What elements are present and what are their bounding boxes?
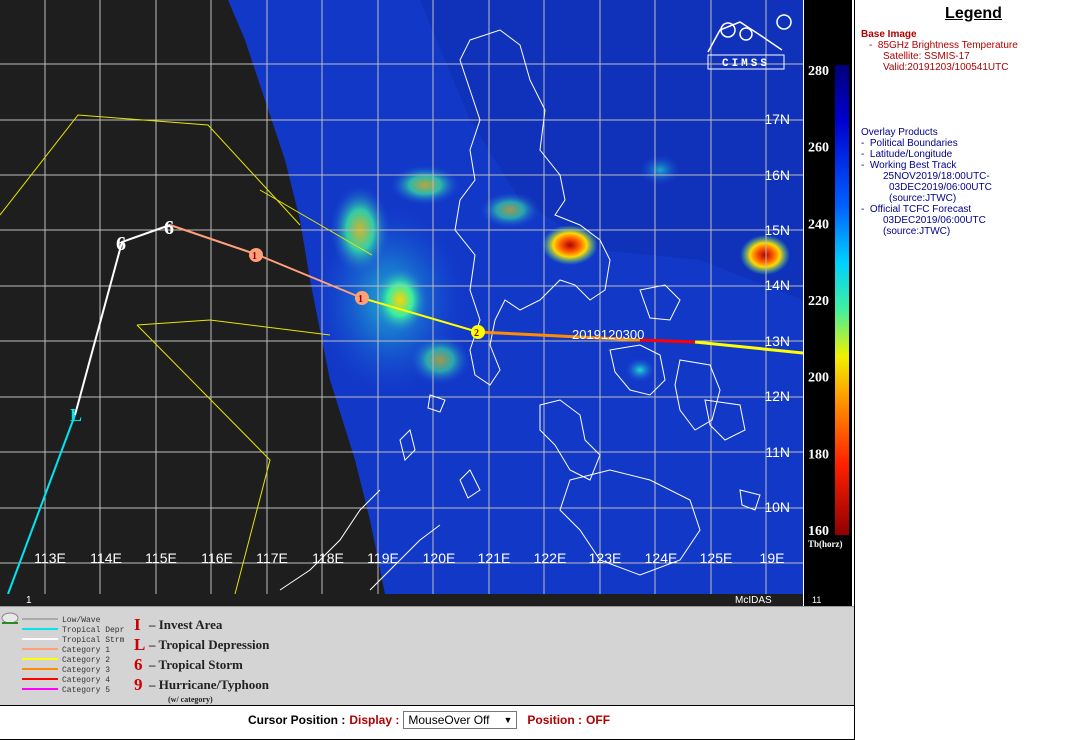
lon-label: 116E	[201, 550, 233, 566]
base-valid: Valid:20191203/100541UTC	[883, 62, 1009, 73]
forecast-time: 03DEC2019/06:00UTC	[883, 215, 986, 226]
key-symbol-glyph: 9	[134, 675, 143, 694]
key-line-label: Low/Wave	[62, 616, 101, 625]
scale-corner: 11	[812, 595, 821, 605]
map-bottom-strip	[0, 594, 803, 606]
key-line-label: Category 1	[62, 646, 110, 655]
satellite-map[interactable]: 6 6 1 1 2 L 2019120300 17N 16N 15N 14N 1…	[0, 0, 803, 606]
scale-tick-label: 240	[808, 217, 829, 232]
track-key: Low/Wave Tropical Depr Tropical Strm Catego…	[0, 606, 854, 705]
scale-tick-label: 180	[808, 447, 829, 462]
position-value: OFF	[586, 713, 611, 727]
mcidas-label: McIDAS	[735, 595, 772, 606]
lon-label: 125E	[700, 550, 733, 566]
lat-label: 10N	[764, 499, 790, 515]
cursor-position-bar: Cursor Position : Display : MouseOver Of…	[0, 705, 854, 740]
scale-tick-label: 160	[808, 524, 829, 539]
lat-label: 14N	[764, 277, 790, 293]
lat-label: 12N	[764, 388, 790, 404]
map-corner-left: 1	[26, 595, 32, 606]
key-line-label: Category 3	[62, 666, 110, 675]
track-symbol-cat2: 2	[474, 328, 479, 339]
key-symbol-glyph: 6	[134, 655, 143, 674]
lon-label: 121E	[478, 550, 511, 566]
forecast-source: (source:JTWC)	[883, 226, 951, 237]
overlay-forecast: - Official TCFC Forecast	[861, 204, 972, 215]
key-category-note: (w/ category)	[168, 695, 213, 704]
map-canvas: 6 6 1 1 2 L 2019120300 17N 16N 15N 14N 1…	[0, 0, 803, 606]
lat-label: 15N	[764, 222, 790, 238]
base-product: - 85GHz Brightness Temperature	[869, 40, 1018, 51]
track-symbol-ts-2: 6	[164, 217, 174, 239]
lon-label: 19E	[760, 550, 785, 566]
lat-label: 17N	[764, 111, 790, 127]
track-time-label: 2019120300	[572, 327, 644, 342]
lon-label: 115E	[145, 550, 177, 566]
key-symbol-glyph: L	[134, 635, 145, 654]
scale-unit: Tb(horz)	[808, 539, 843, 549]
base-satellite: Satellite: SSMIS-17	[883, 51, 970, 62]
color-scale-gradient	[835, 65, 849, 535]
lon-label: 120E	[423, 550, 456, 566]
base-image-header: Base Image	[861, 29, 917, 40]
key-symbol-glyph: I	[134, 615, 141, 634]
overlay-header: Overlay Products	[861, 127, 938, 138]
key-symbol-label: – Hurricane/Typhoon	[148, 677, 270, 692]
tc-viewer: 6 6 1 1 2 L 2019120300 17N 16N 15N 14N 1…	[0, 0, 1092, 740]
key-line-label: Category 5	[62, 686, 110, 695]
legend-panel: Legend Base Image - 85GHz Brightness Tem…	[854, 0, 1092, 740]
chevron-down-icon: ▼	[503, 715, 513, 725]
best-track-from: 25NOV2019/18:00UTC-	[883, 171, 990, 182]
lon-label: 114E	[90, 550, 122, 566]
track-symbol-cat1-a: 1	[252, 251, 257, 262]
lon-label: 118E	[312, 550, 344, 566]
lat-label: 16N	[764, 167, 790, 183]
key-symbol-label: – Tropical Storm	[148, 657, 243, 672]
best-track-source: (source:JTWC)	[889, 193, 957, 204]
position-label: Position :	[527, 713, 583, 727]
cloud-icon	[1, 612, 19, 624]
key-line-label: Category 2	[62, 656, 110, 665]
track-key-canvas: Low/WaveTropical DeprTropical StrmCatego…	[1, 612, 270, 704]
display-label: Display :	[349, 713, 400, 727]
scale-tick-label: 260	[808, 141, 829, 156]
key-line-label: Category 4	[62, 676, 110, 685]
color-scale: 280 260 240 220 200 180 160 Tb(horz) 11	[803, 0, 853, 606]
display-select-value: MouseOver Off	[408, 713, 490, 727]
overlay-political: - Political Boundaries	[861, 138, 958, 149]
legend-base-section: Base Image - 85GHz Brightness Temperatur…	[855, 29, 1092, 73]
display-select[interactable]: MouseOver Off ▼	[403, 711, 518, 729]
key-symbol-label: – Tropical Depression	[148, 637, 270, 652]
best-track-to: 03DEC2019/06:00UTC	[889, 182, 992, 193]
lat-label: 11N	[765, 444, 790, 460]
track-symbol-td: L	[70, 405, 82, 425]
key-symbol-label: – Invest Area	[148, 617, 223, 632]
lon-label: 124E	[645, 550, 678, 566]
track-symbol-ts-1: 6	[116, 233, 126, 255]
legend-title: Legend	[945, 5, 1002, 22]
scale-tick-label: 280	[808, 64, 829, 79]
svg-text:CIMSS: CIMSS	[722, 58, 770, 70]
scale-tick-label: 200	[808, 371, 829, 386]
lon-label: 119E	[367, 550, 399, 566]
track-symbol-cat1-b: 1	[358, 294, 363, 305]
key-line-label: Tropical Depr	[62, 626, 125, 635]
key-line-label: Tropical Strm	[62, 636, 125, 645]
lat-label: 13N	[764, 333, 790, 349]
lon-label: 117E	[256, 550, 288, 566]
lon-label: 123E	[589, 550, 622, 566]
scale-tick-label: 220	[808, 294, 829, 309]
overlay-best-track: - Working Best Track	[861, 160, 957, 171]
lon-label: 122E	[534, 550, 567, 566]
cursor-label: Cursor Position :	[248, 713, 346, 727]
legend-overlay-section: Overlay Products - Political Boundaries …	[855, 127, 1092, 237]
lon-label: 113E	[34, 550, 66, 566]
overlay-latlon: - Latitude/Longitude	[861, 149, 953, 160]
